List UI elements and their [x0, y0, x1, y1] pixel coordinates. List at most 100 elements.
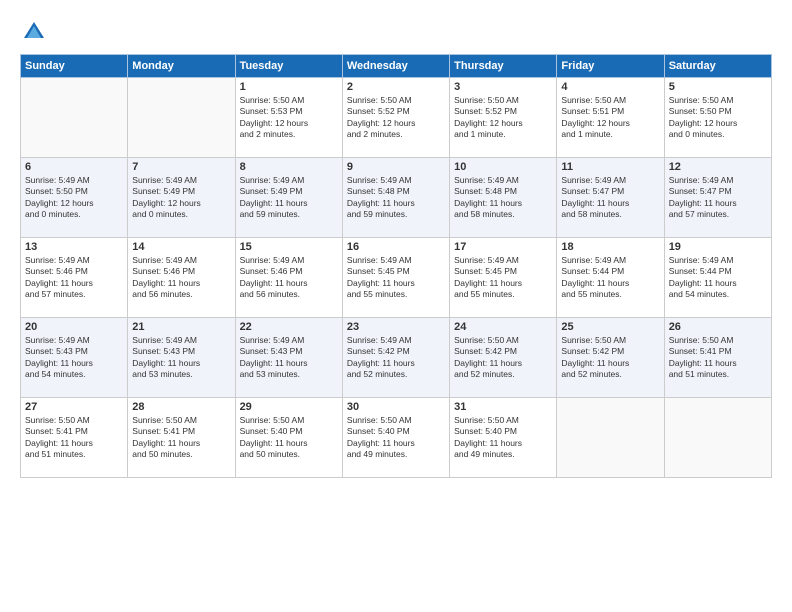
- cell-info: Sunrise: 5:49 AM Sunset: 5:47 PM Dayligh…: [669, 175, 767, 221]
- calendar-cell: 31Sunrise: 5:50 AM Sunset: 5:40 PM Dayli…: [450, 398, 557, 478]
- day-number: 2: [347, 81, 445, 93]
- weekday-header-sunday: Sunday: [21, 55, 128, 78]
- day-number: 15: [240, 241, 338, 253]
- calendar-week-2: 6Sunrise: 5:49 AM Sunset: 5:50 PM Daylig…: [21, 158, 772, 238]
- calendar-cell: 10 Sunrise: 5:49 AM Sunset: 5:48 PM Dayli…: [450, 158, 557, 238]
- calendar-week-4: 20 Sunrise: 5:49 AM Sunset: 5:43 PM Dayli…: [21, 318, 772, 398]
- day-number: 8: [240, 161, 338, 173]
- cell-info: Sunrise: 5:49 AM Sunset: 5:49 PM Dayligh…: [240, 175, 338, 221]
- day-number: 23: [347, 321, 445, 333]
- cell-info: Sunrise: 5:50 AM Sunset: 5:42 PM Dayligh…: [454, 335, 552, 381]
- calendar-cell: 7Sunrise: 5:49 AM Sunset: 5:49 PM Daylig…: [128, 158, 235, 238]
- calendar-cell: 14 Sunrise: 5:49 AM Sunset: 5:46 PM Dayli…: [128, 238, 235, 318]
- day-number: 20: [25, 321, 123, 333]
- calendar-cell: 1 Sunrise: 5:50 AM Sunset: 5:53 PM Daylig…: [235, 78, 342, 158]
- weekday-header-monday: Monday: [128, 55, 235, 78]
- cell-info: Sunrise: 5:50 AM Sunset: 5:40 PM Dayligh…: [454, 415, 552, 461]
- cell-info: Sunrise: 5:49 AM Sunset: 5:48 PM Dayligh…: [347, 175, 445, 221]
- day-number: 29: [240, 401, 338, 413]
- calendar-cell: 2Sunrise: 5:50 AM Sunset: 5:52 PM Daylig…: [342, 78, 449, 158]
- calendar-cell: 15Sunrise: 5:49 AM Sunset: 5:46 PM Dayli…: [235, 238, 342, 318]
- calendar-cell: 5Sunrise: 5:50 AM Sunset: 5:50 PM Daylig…: [664, 78, 771, 158]
- cell-info: Sunrise: 5:49 AM Sunset: 5:43 PM Dayligh…: [240, 335, 338, 381]
- day-number: 6: [25, 161, 123, 173]
- cell-info: Sunrise: 5:49 AM Sunset: 5:48 PM Dayligh…: [454, 175, 552, 221]
- day-number: 16: [347, 241, 445, 253]
- day-number: 4: [561, 81, 659, 93]
- calendar-cell: 3Sunrise: 5:50 AM Sunset: 5:52 PM Daylig…: [450, 78, 557, 158]
- day-number: 25: [561, 321, 659, 333]
- calendar-cell: 26 Sunrise: 5:50 AM Sunset: 5:41 PM Dayli…: [664, 318, 771, 398]
- day-number: 5: [669, 81, 767, 93]
- day-number: 22: [240, 321, 338, 333]
- cell-info: Sunrise: 5:50 AM Sunset: 5:52 PM Dayligh…: [454, 95, 552, 141]
- calendar-week-3: 13 Sunrise: 5:49 AM Sunset: 5:46 PM Dayli…: [21, 238, 772, 318]
- day-number: 14: [132, 241, 230, 253]
- cell-info: Sunrise: 5:49 AM Sunset: 5:46 PM Dayligh…: [132, 255, 230, 301]
- header: [20, 18, 772, 46]
- cell-info: Sunrise: 5:50 AM Sunset: 5:40 PM Dayligh…: [347, 415, 445, 461]
- day-number: 7: [132, 161, 230, 173]
- calendar-week-5: 27Sunrise: 5:50 AM Sunset: 5:41 PM Dayli…: [21, 398, 772, 478]
- day-number: 11: [561, 161, 659, 173]
- cell-info: Sunrise: 5:50 AM Sunset: 5:42 PM Dayligh…: [561, 335, 659, 381]
- calendar-cell: [21, 78, 128, 158]
- cell-info: Sunrise: 5:49 AM Sunset: 5:45 PM Dayligh…: [454, 255, 552, 301]
- day-number: 18: [561, 241, 659, 253]
- day-number: 1: [240, 81, 338, 93]
- logo-icon: [20, 18, 48, 46]
- day-number: 9: [347, 161, 445, 173]
- day-number: 30: [347, 401, 445, 413]
- calendar-cell: 20 Sunrise: 5:49 AM Sunset: 5:43 PM Dayli…: [21, 318, 128, 398]
- calendar-week-1: 1 Sunrise: 5:50 AM Sunset: 5:53 PM Daylig…: [21, 78, 772, 158]
- day-number: 21: [132, 321, 230, 333]
- cell-info: Sunrise: 5:50 AM Sunset: 5:41 PM Dayligh…: [132, 415, 230, 461]
- cell-info: Sunrise: 5:50 AM Sunset: 5:51 PM Dayligh…: [561, 95, 659, 141]
- calendar-cell: 6Sunrise: 5:49 AM Sunset: 5:50 PM Daylig…: [21, 158, 128, 238]
- calendar-cell: 25 Sunrise: 5:50 AM Sunset: 5:42 PM Dayli…: [557, 318, 664, 398]
- day-number: 13: [25, 241, 123, 253]
- calendar-table: SundayMondayTuesdayWednesdayThursdayFrid…: [20, 54, 772, 478]
- logo: [20, 18, 52, 46]
- weekday-header-saturday: Saturday: [664, 55, 771, 78]
- calendar-cell: 12 Sunrise: 5:49 AM Sunset: 5:47 PM Dayli…: [664, 158, 771, 238]
- calendar-cell: 29Sunrise: 5:50 AM Sunset: 5:40 PM Dayli…: [235, 398, 342, 478]
- calendar-cell: 18 Sunrise: 5:49 AM Sunset: 5:44 PM Dayli…: [557, 238, 664, 318]
- calendar-cell: 4 Sunrise: 5:50 AM Sunset: 5:51 PM Daylig…: [557, 78, 664, 158]
- weekday-header-tuesday: Tuesday: [235, 55, 342, 78]
- calendar-cell: 21Sunrise: 5:49 AM Sunset: 5:43 PM Dayli…: [128, 318, 235, 398]
- calendar-cell: 27Sunrise: 5:50 AM Sunset: 5:41 PM Dayli…: [21, 398, 128, 478]
- calendar-cell: 13 Sunrise: 5:49 AM Sunset: 5:46 PM Dayli…: [21, 238, 128, 318]
- calendar-cell: 28Sunrise: 5:50 AM Sunset: 5:41 PM Dayli…: [128, 398, 235, 478]
- day-number: 17: [454, 241, 552, 253]
- day-number: 10: [454, 161, 552, 173]
- day-number: 26: [669, 321, 767, 333]
- day-number: 24: [454, 321, 552, 333]
- cell-info: Sunrise: 5:49 AM Sunset: 5:43 PM Dayligh…: [25, 335, 123, 381]
- calendar-header: SundayMondayTuesdayWednesdayThursdayFrid…: [21, 55, 772, 78]
- calendar-cell: 30 Sunrise: 5:50 AM Sunset: 5:40 PM Dayli…: [342, 398, 449, 478]
- cell-info: Sunrise: 5:50 AM Sunset: 5:41 PM Dayligh…: [669, 335, 767, 381]
- calendar-cell: 9 Sunrise: 5:49 AM Sunset: 5:48 PM Daylig…: [342, 158, 449, 238]
- calendar-cell: 24 Sunrise: 5:50 AM Sunset: 5:42 PM Dayli…: [450, 318, 557, 398]
- calendar-cell: 16Sunrise: 5:49 AM Sunset: 5:45 PM Dayli…: [342, 238, 449, 318]
- cell-info: Sunrise: 5:49 AM Sunset: 5:46 PM Dayligh…: [25, 255, 123, 301]
- calendar-cell: 23 Sunrise: 5:49 AM Sunset: 5:42 PM Dayli…: [342, 318, 449, 398]
- calendar-body: 1 Sunrise: 5:50 AM Sunset: 5:53 PM Daylig…: [21, 78, 772, 478]
- day-number: 12: [669, 161, 767, 173]
- calendar-cell: 19Sunrise: 5:49 AM Sunset: 5:44 PM Dayli…: [664, 238, 771, 318]
- weekday-header-thursday: Thursday: [450, 55, 557, 78]
- cell-info: Sunrise: 5:49 AM Sunset: 5:44 PM Dayligh…: [561, 255, 659, 301]
- calendar-cell: [664, 398, 771, 478]
- cell-info: Sunrise: 5:49 AM Sunset: 5:42 PM Dayligh…: [347, 335, 445, 381]
- calendar-cell: [557, 398, 664, 478]
- cell-info: Sunrise: 5:50 AM Sunset: 5:41 PM Dayligh…: [25, 415, 123, 461]
- calendar-cell: 22 Sunrise: 5:49 AM Sunset: 5:43 PM Dayli…: [235, 318, 342, 398]
- calendar-cell: 17 Sunrise: 5:49 AM Sunset: 5:45 PM Dayli…: [450, 238, 557, 318]
- calendar-cell: [128, 78, 235, 158]
- weekday-header-wednesday: Wednesday: [342, 55, 449, 78]
- weekday-header-row: SundayMondayTuesdayWednesdayThursdayFrid…: [21, 55, 772, 78]
- cell-info: Sunrise: 5:50 AM Sunset: 5:53 PM Dayligh…: [240, 95, 338, 141]
- calendar-cell: 8 Sunrise: 5:49 AM Sunset: 5:49 PM Daylig…: [235, 158, 342, 238]
- calendar-cell: 11Sunrise: 5:49 AM Sunset: 5:47 PM Dayli…: [557, 158, 664, 238]
